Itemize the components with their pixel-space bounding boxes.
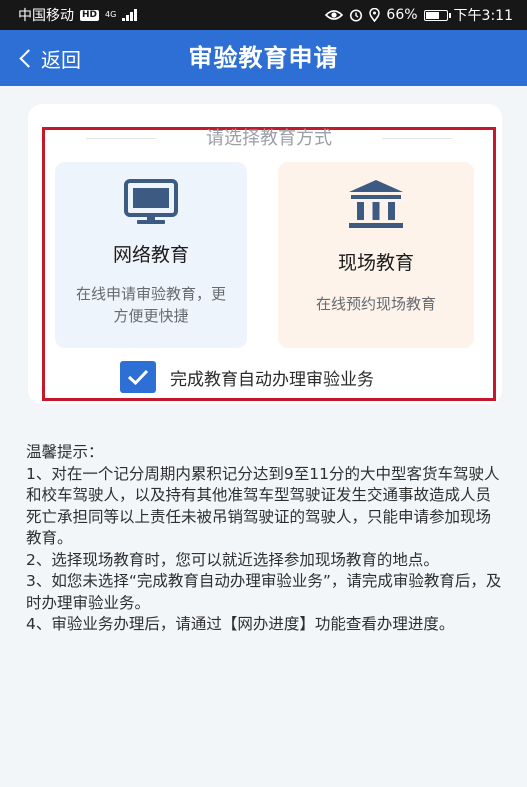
signal-icon [122,9,138,21]
tip-item: 1、对在一个记分周期内累积记分达到9至11分的大中型客货车驾驶人和校车驾驶人，以… [26,464,500,548]
tip-item: 2、选择现场教育时，您可以就近选择参加现场教育的地点。 [26,550,439,569]
section-heading: 请选择教育方式 [206,128,332,149]
alarm-icon [350,9,363,22]
status-right: 66% 下午3:11 [325,5,513,25]
checkmark-icon [127,369,149,385]
hd-badge: HD [80,9,100,21]
carrier-name: 中国移动 [18,8,74,24]
tips-title: 温馨提示： [26,443,104,461]
battery-icon [423,9,451,21]
tip-item: 3、如您未选择“完成教育自动办理审验业务”，请完成审验教育后，及时办理审验业务。 [26,572,502,612]
location-icon [369,8,381,22]
network-label: 4G [105,10,117,19]
option-onsite-education[interactable]: 现场教育 在线预约现场教育 [278,162,474,348]
option-title: 现场教育 [337,252,414,274]
clock: 下午3:11 [453,8,513,24]
back-button[interactable]: 返回 [16,30,81,86]
option-description: 在线预约现场教育 [315,295,436,313]
monitor-icon [123,178,179,230]
auto-complete-toggle[interactable]: 完成教育自动办理审验业务 [120,361,374,393]
auto-complete-checkbox[interactable] [120,361,156,393]
screen: 中国移动 HD 4G 66% 下午3:11 审验教育申请 返回 请选择教育方式 … [0,0,527,787]
auto-complete-label: 完成教育自动办理审验业务 [170,369,374,390]
nav-bar: 审验教育申请 返回 [0,30,527,86]
back-label: 返回 [41,47,81,72]
option-description: 在线申请审验教育，更方便更快捷 [75,285,226,325]
option-title: 网络教育 [112,244,189,266]
network-type: 4G [105,11,116,19]
tips-section: 温馨提示： 1、对在一个记分周期内累积记分达到9至11分的大中型客货车驾驶人和校… [26,442,504,636]
status-bar: 中国移动 HD 4G 66% 下午3:11 [0,0,527,30]
tip-item: 4、审验业务办理后，请通过【网办进度】功能查看办理进度。 [26,615,455,633]
battery-percent: 66% [386,7,418,23]
chevron-left-icon [19,48,38,68]
status-left: 中国移动 HD 4G [18,5,138,25]
building-icon [346,178,406,234]
option-online-education[interactable]: 网络教育 在线申请审验教育，更方便更快捷 [55,162,247,348]
eye-icon [325,10,344,20]
